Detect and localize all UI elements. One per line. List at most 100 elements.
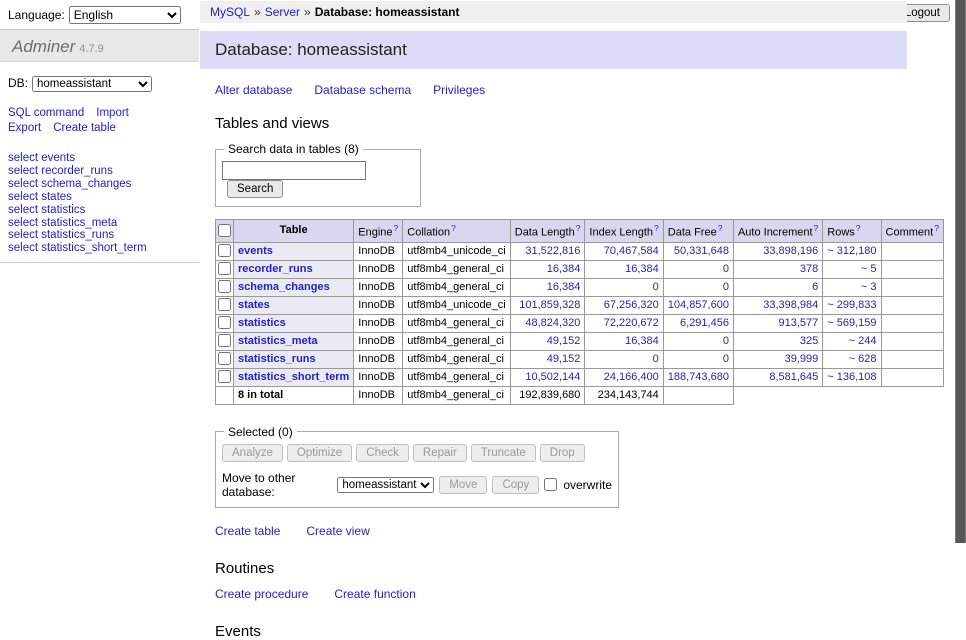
- move-button[interactable]: Move: [439, 476, 487, 494]
- data-free-link[interactable]: 0: [723, 281, 729, 293]
- data-free-link[interactable]: 188,743,680: [668, 371, 729, 383]
- sidebar-action-sql-command[interactable]: SQL command: [8, 107, 84, 119]
- data-length-link[interactable]: 101,859,328: [519, 299, 580, 311]
- auto-increment-link[interactable]: 8,581,645: [769, 371, 818, 383]
- rows-link[interactable]: ~ 299,833: [827, 299, 876, 311]
- truncate-button[interactable]: Truncate: [471, 444, 536, 462]
- data-free-link[interactable]: 0: [723, 263, 729, 275]
- help-link[interactable]: ?: [654, 223, 659, 233]
- create-procedure-link[interactable]: Create procedure: [215, 587, 308, 601]
- data-length-link[interactable]: 16,384: [547, 281, 581, 293]
- help-link[interactable]: ?: [576, 223, 581, 233]
- sidebar-select-statistics-runs[interactable]: select statistics_runs: [8, 229, 199, 242]
- auto-increment-link[interactable]: 913,577: [779, 317, 819, 329]
- search-input[interactable]: [222, 161, 366, 180]
- drop-button[interactable]: Drop: [540, 444, 585, 462]
- rows-link[interactable]: ~ 3: [861, 281, 877, 293]
- index-length-link[interactable]: 0: [653, 281, 659, 293]
- rows-link[interactable]: ~ 244: [849, 335, 877, 347]
- table-link-recorder_runs[interactable]: recorder_runs: [238, 263, 313, 275]
- table-link-statistics_runs[interactable]: statistics_runs: [238, 353, 316, 365]
- row-checkbox-statistics[interactable]: [218, 316, 231, 329]
- help-link[interactable]: ?: [856, 223, 861, 233]
- index-length-link[interactable]: 0: [653, 353, 659, 365]
- row-checkbox-events[interactable]: [218, 244, 231, 257]
- row-checkbox-statistics_short_term[interactable]: [218, 370, 231, 383]
- check-button[interactable]: Check: [356, 444, 409, 462]
- help-link[interactable]: ?: [451, 223, 456, 233]
- data-free-link[interactable]: 104,857,600: [668, 299, 729, 311]
- sidebar-select-events[interactable]: select events: [8, 152, 199, 165]
- search-button[interactable]: Search: [227, 180, 283, 198]
- table-link-statistics[interactable]: statistics: [238, 317, 286, 329]
- rows-link[interactable]: ~ 312,180: [827, 245, 876, 257]
- data-free-link[interactable]: 0: [723, 353, 729, 365]
- rows-link[interactable]: ~ 5: [861, 263, 877, 275]
- data-length-link[interactable]: 10,502,144: [525, 371, 580, 383]
- select-all-checkbox[interactable]: [218, 224, 231, 237]
- table-link-states[interactable]: states: [238, 299, 270, 311]
- row-checkbox-statistics_meta[interactable]: [218, 334, 231, 347]
- row-checkbox-recorder_runs[interactable]: [218, 262, 231, 275]
- help-link[interactable]: ?: [814, 223, 819, 233]
- table-link-events[interactable]: events: [238, 245, 273, 257]
- data-free-link[interactable]: 6,291,456: [680, 317, 729, 329]
- data-length-link[interactable]: 31,522,816: [525, 245, 580, 257]
- row-checkbox-statistics_runs[interactable]: [218, 352, 231, 365]
- breadcrumb-link-mysql[interactable]: MySQL: [210, 5, 250, 19]
- index-length-link[interactable]: 24,166,400: [604, 371, 659, 383]
- copy-button[interactable]: Copy: [492, 476, 539, 494]
- auto-increment-link[interactable]: 325: [800, 335, 818, 347]
- help-link[interactable]: ?: [394, 223, 399, 233]
- scrollbar-thumb[interactable]: [956, 0, 965, 543]
- data-length-link[interactable]: 49,152: [547, 353, 581, 365]
- help-link[interactable]: ?: [934, 223, 939, 233]
- data-length-link[interactable]: 16,384: [547, 263, 581, 275]
- privileges-link[interactable]: Privileges: [433, 83, 485, 97]
- auto-increment-link[interactable]: 378: [800, 263, 818, 275]
- optimize-button[interactable]: Optimize: [287, 444, 352, 462]
- sidebar-select-statistics-meta[interactable]: select statistics_meta: [8, 217, 199, 230]
- row-checkbox-states[interactable]: [218, 298, 231, 311]
- scrollbar[interactable]: [955, 0, 966, 543]
- data-free-link[interactable]: 50,331,648: [674, 245, 729, 257]
- rows-link[interactable]: ~ 628: [849, 353, 877, 365]
- sidebar-action-create-table[interactable]: Create table: [53, 122, 116, 134]
- sidebar-select-states[interactable]: select states: [8, 191, 199, 204]
- move-db-select[interactable]: homeassistant: [337, 477, 434, 493]
- auto-increment-link[interactable]: 33,898,196: [763, 245, 818, 257]
- database-schema-link[interactable]: Database schema: [314, 83, 411, 97]
- repair-button[interactable]: Repair: [413, 444, 467, 462]
- auto-increment-link[interactable]: 6: [812, 281, 818, 293]
- auto-increment-link[interactable]: 39,999: [785, 353, 819, 365]
- sidebar-action-import[interactable]: Import: [96, 107, 129, 119]
- sidebar-select-recorder-runs[interactable]: select recorder_runs: [8, 165, 199, 178]
- create-view-link[interactable]: Create view: [306, 524, 369, 538]
- alter-database-link[interactable]: Alter database: [215, 83, 292, 97]
- help-link[interactable]: ?: [718, 223, 723, 233]
- index-length-link[interactable]: 67,256,320: [604, 299, 659, 311]
- sidebar-action-export[interactable]: Export: [8, 122, 41, 134]
- table-link-statistics_short_term[interactable]: statistics_short_term: [238, 371, 349, 383]
- create-table-link[interactable]: Create table: [215, 524, 280, 538]
- sidebar-select-statistics[interactable]: select statistics: [8, 204, 199, 217]
- sidebar-select-schema-changes[interactable]: select schema_changes: [8, 178, 199, 191]
- index-length-link[interactable]: 72,220,672: [604, 317, 659, 329]
- overwrite-checkbox[interactable]: [544, 478, 557, 491]
- sidebar-select-statistics-short-term[interactable]: select statistics_short_term: [8, 242, 199, 255]
- analyze-button[interactable]: Analyze: [222, 444, 283, 462]
- breadcrumb-link-server[interactable]: Server: [265, 5, 300, 19]
- index-length-link[interactable]: 70,467,584: [604, 245, 659, 257]
- data-length-link[interactable]: 49,152: [547, 335, 581, 347]
- table-link-statistics_meta[interactable]: statistics_meta: [238, 335, 318, 347]
- rows-link[interactable]: ~ 569,159: [827, 317, 876, 329]
- index-length-link[interactable]: 16,384: [625, 263, 659, 275]
- row-checkbox-schema_changes[interactable]: [218, 280, 231, 293]
- create-function-link[interactable]: Create function: [334, 587, 415, 601]
- rows-link[interactable]: ~ 136,108: [827, 371, 876, 383]
- table-link-schema_changes[interactable]: schema_changes: [238, 281, 330, 293]
- data-length-link[interactable]: 48,824,320: [525, 317, 580, 329]
- data-free-link[interactable]: 0: [723, 335, 729, 347]
- index-length-link[interactable]: 16,384: [625, 335, 659, 347]
- auto-increment-link[interactable]: 33,398,984: [763, 299, 818, 311]
